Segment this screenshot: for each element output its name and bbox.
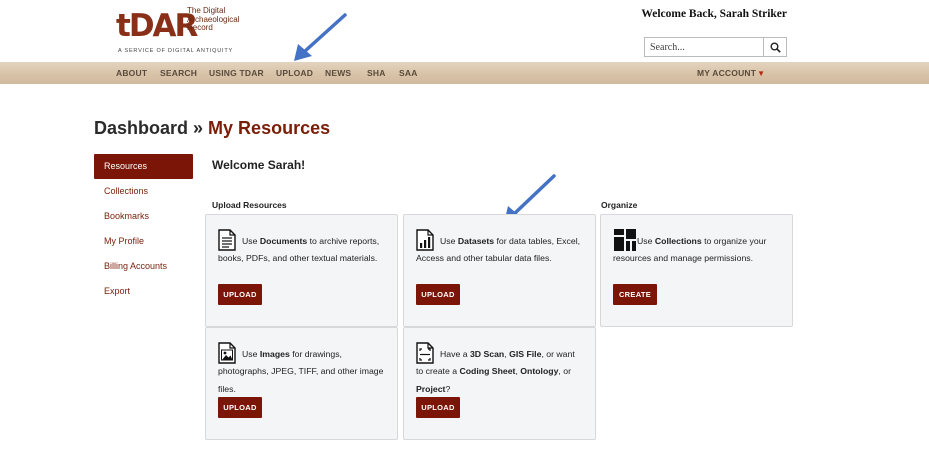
sidebar-item-export[interactable]: Export <box>94 279 193 304</box>
nav-using-tdar[interactable]: USING TDAR <box>209 68 264 78</box>
other-text-end: ? <box>445 383 451 394</box>
sidebar-item-resources[interactable]: Resources <box>94 154 193 179</box>
images-card: Use Images for drawings, photographs, JP… <box>205 327 398 440</box>
logo-mark: tDAR <box>116 8 198 44</box>
nav-about[interactable]: ABOUT <box>116 68 147 78</box>
collections-text-pre: Use <box>637 236 655 246</box>
images-keyword: Images <box>259 349 290 359</box>
sidebar-item-collections[interactable]: Collections <box>94 179 193 204</box>
other-text-pre: Have a <box>440 349 470 359</box>
sidebar-item-my-profile[interactable]: My Profile <box>94 229 193 254</box>
upload-images-button[interactable]: UPLOAD <box>218 397 262 418</box>
gis-keyword: GIS File <box>509 349 542 359</box>
documents-description: Use Documents to archive reports, books,… <box>218 233 386 268</box>
organize-label: Organize <box>601 200 638 210</box>
search-icon <box>770 42 781 53</box>
upload-datasets-button[interactable]: UPLOAD <box>416 284 460 305</box>
title-dashboard: Dashboard <box>94 118 189 138</box>
upload-documents-button[interactable]: UPLOAD <box>218 284 262 305</box>
images-text-pre: Use <box>242 349 260 359</box>
documents-text-pre: Use <box>242 236 260 246</box>
logo-name: The Digital Archaeological Record <box>187 6 239 33</box>
welcome-heading: Welcome Sarah! <box>212 158 306 172</box>
datasets-text-pre: Use <box>440 236 458 246</box>
nav-saa[interactable]: SAA <box>399 68 418 78</box>
collections-card: Use Collections to organize your resourc… <box>600 214 793 327</box>
nav-upload[interactable]: UPLOAD <box>276 68 313 78</box>
tdar-logo[interactable]: tDAR The Digital Archaeological Record A… <box>116 6 246 58</box>
nav-news[interactable]: NEWS <box>325 68 351 78</box>
create-collection-button[interactable]: CREATE <box>613 284 657 305</box>
welcome-back-text: Welcome Back, Sarah Striker <box>641 8 787 20</box>
logo-tagline: A SERVICE OF DIGITAL ANTIQUITY <box>118 48 233 54</box>
scan-keyword: 3D Scan <box>469 349 505 359</box>
sidebar-item-billing-accounts[interactable]: Billing Accounts <box>94 254 193 279</box>
nav-search[interactable]: SEARCH <box>160 68 197 78</box>
documents-card: Use Documents to archive reports, books,… <box>205 214 398 327</box>
datasets-card: Use Datasets for data tables, Excel, Acc… <box>403 214 596 327</box>
nav-my-account[interactable]: MY ACCOUNT▼ <box>697 68 765 78</box>
collections-keyword: Collections <box>654 236 702 246</box>
ontology-keyword: Ontology <box>520 366 559 377</box>
nav-sha[interactable]: SHA <box>367 68 386 78</box>
datasets-keyword: Datasets <box>457 236 495 246</box>
caret-down-icon: ▼ <box>757 69 766 78</box>
search-box <box>644 37 787 57</box>
main-nav: ABOUT SEARCH USING TDAR UPLOAD NEWS SHA … <box>0 62 929 84</box>
logo-line-3: Record <box>187 23 213 32</box>
other-resources-card: Have a 3D Scan, GIS File, or want to cre… <box>403 327 596 440</box>
images-description: Use Images for drawings, photographs, JP… <box>218 346 386 398</box>
sidebar-item-bookmarks[interactable]: Bookmarks <box>94 204 193 229</box>
coding-sheet-keyword: Coding Sheet <box>459 366 516 377</box>
sidebar: Resources Collections Bookmarks My Profi… <box>94 154 193 304</box>
other-resources-description: Have a 3D Scan, GIS File, or want to cre… <box>416 346 584 398</box>
page-title: Dashboard » My Resources <box>94 118 330 139</box>
title-separator: » <box>188 118 209 138</box>
collections-description: Use Collections to organize your resourc… <box>613 233 781 268</box>
other-text-sep3: , or <box>558 366 571 377</box>
title-my-resources: My Resources <box>208 118 331 138</box>
documents-keyword: Documents <box>259 236 308 246</box>
project-keyword: Project <box>416 383 446 394</box>
datasets-description: Use Datasets for data tables, Excel, Acc… <box>416 233 584 268</box>
search-button[interactable] <box>763 38 786 56</box>
upload-other-button[interactable]: UPLOAD <box>416 397 460 418</box>
my-account-label: MY ACCOUNT <box>697 68 757 78</box>
search-input[interactable] <box>645 38 763 56</box>
upload-resources-label: Upload Resources <box>212 200 287 210</box>
annotation-arrow-upload <box>294 13 347 61</box>
